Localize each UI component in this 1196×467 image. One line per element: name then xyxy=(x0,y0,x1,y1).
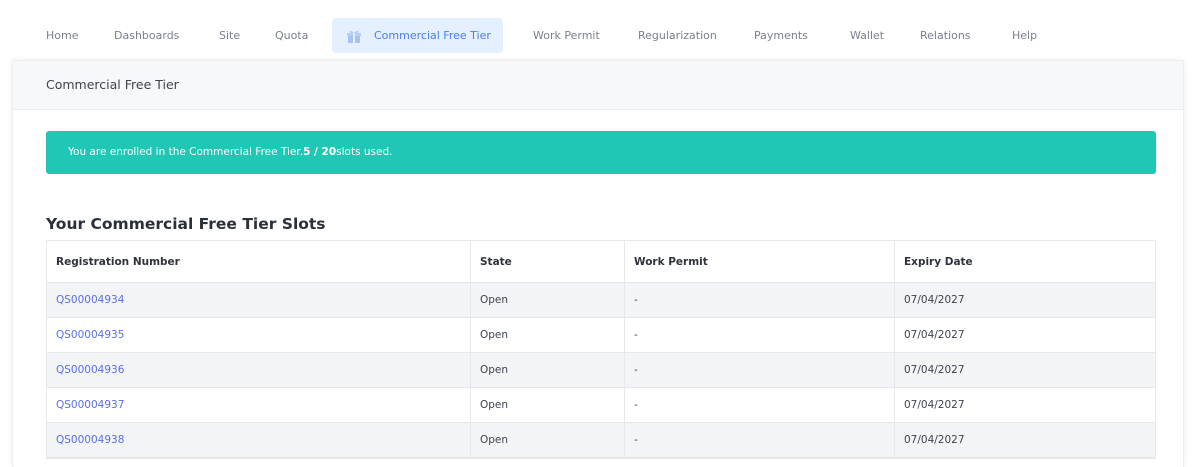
work-permit-cell: - xyxy=(625,388,895,422)
card-header: Commercial Free Tier xyxy=(13,61,1183,110)
nav-work-permit[interactable]: Work Permit xyxy=(533,18,600,53)
state-cell: Open xyxy=(471,388,625,422)
expiry-date-cell: 07/04/2027 xyxy=(904,329,965,341)
table-row: QS00004934 Open - 07/04/2027 xyxy=(47,283,1155,318)
table-row: QS00004938 Open - 07/04/2027 xyxy=(47,423,1155,458)
nav-home[interactable]: Home xyxy=(46,18,78,53)
card-title: Commercial Free Tier xyxy=(46,77,179,92)
state-cell: Open xyxy=(471,318,625,352)
nav-commercial-free-tier-label: Commercial Free Tier xyxy=(374,29,491,42)
nav-payments[interactable]: Payments xyxy=(754,18,808,53)
state-cell: Open xyxy=(471,353,625,387)
registration-number-link[interactable]: QS00004938 xyxy=(56,434,124,446)
work-permit-cell: - xyxy=(625,353,895,387)
expiry-date-cell: 07/04/2027 xyxy=(904,364,965,376)
enrollment-banner: You are enrolled in the Commercial Free … xyxy=(46,131,1156,174)
table-header-row: Registration Number State Work Permit Ex… xyxy=(47,241,1155,283)
expiry-date-cell: 07/04/2027 xyxy=(904,434,965,446)
expiry-date-cell: 07/04/2027 xyxy=(904,399,965,411)
nav-relations[interactable]: Relations xyxy=(920,18,971,53)
column-header-work-permit: Work Permit xyxy=(625,241,895,282)
expiry-date-cell: 07/04/2027 xyxy=(904,294,965,306)
slots-table: Registration Number State Work Permit Ex… xyxy=(46,240,1156,459)
column-header-expiry-date: Expiry Date xyxy=(904,255,973,268)
nav-wallet[interactable]: Wallet xyxy=(850,18,884,53)
nav-help[interactable]: Help xyxy=(1012,18,1037,53)
table-row: QS00004936 Open - 07/04/2027 xyxy=(47,353,1155,388)
nav-regularization[interactable]: Regularization xyxy=(638,18,717,53)
banner-suffix: slots used. xyxy=(336,146,393,158)
slots-section-title: Your Commercial Free Tier Slots xyxy=(46,215,326,233)
work-permit-cell: - xyxy=(625,283,895,317)
nav-site[interactable]: Site xyxy=(219,18,240,53)
registration-number-link[interactable]: QS00004937 xyxy=(56,399,124,411)
registration-number-link[interactable]: QS00004934 xyxy=(56,294,124,306)
registration-number-link[interactable]: QS00004936 xyxy=(56,364,124,376)
table-row: QS00004935 Open - 07/04/2027 xyxy=(47,318,1155,353)
nav-quota[interactable]: Quota xyxy=(275,18,308,53)
column-header-registration-number: Registration Number xyxy=(47,241,471,282)
state-cell: Open xyxy=(471,283,625,317)
slots-used-count: 5 / 20 xyxy=(303,146,337,158)
top-navigation: Home Dashboards Site Quota Commercial Fr… xyxy=(0,0,1196,56)
registration-number-link[interactable]: QS00004935 xyxy=(56,329,124,341)
nav-dashboards[interactable]: Dashboards xyxy=(114,18,179,53)
gift-icon xyxy=(347,30,361,43)
state-cell: Open xyxy=(471,423,625,457)
work-permit-cell: - xyxy=(625,423,895,457)
commercial-free-tier-card: Commercial Free Tier You are enrolled in… xyxy=(12,60,1184,467)
banner-text: You are enrolled in the Commercial Free … xyxy=(68,146,304,158)
work-permit-cell: - xyxy=(625,318,895,352)
table-row: QS00004937 Open - 07/04/2027 xyxy=(47,388,1155,423)
column-header-state: State xyxy=(471,241,625,282)
nav-commercial-free-tier[interactable]: Commercial Free Tier xyxy=(332,18,503,53)
